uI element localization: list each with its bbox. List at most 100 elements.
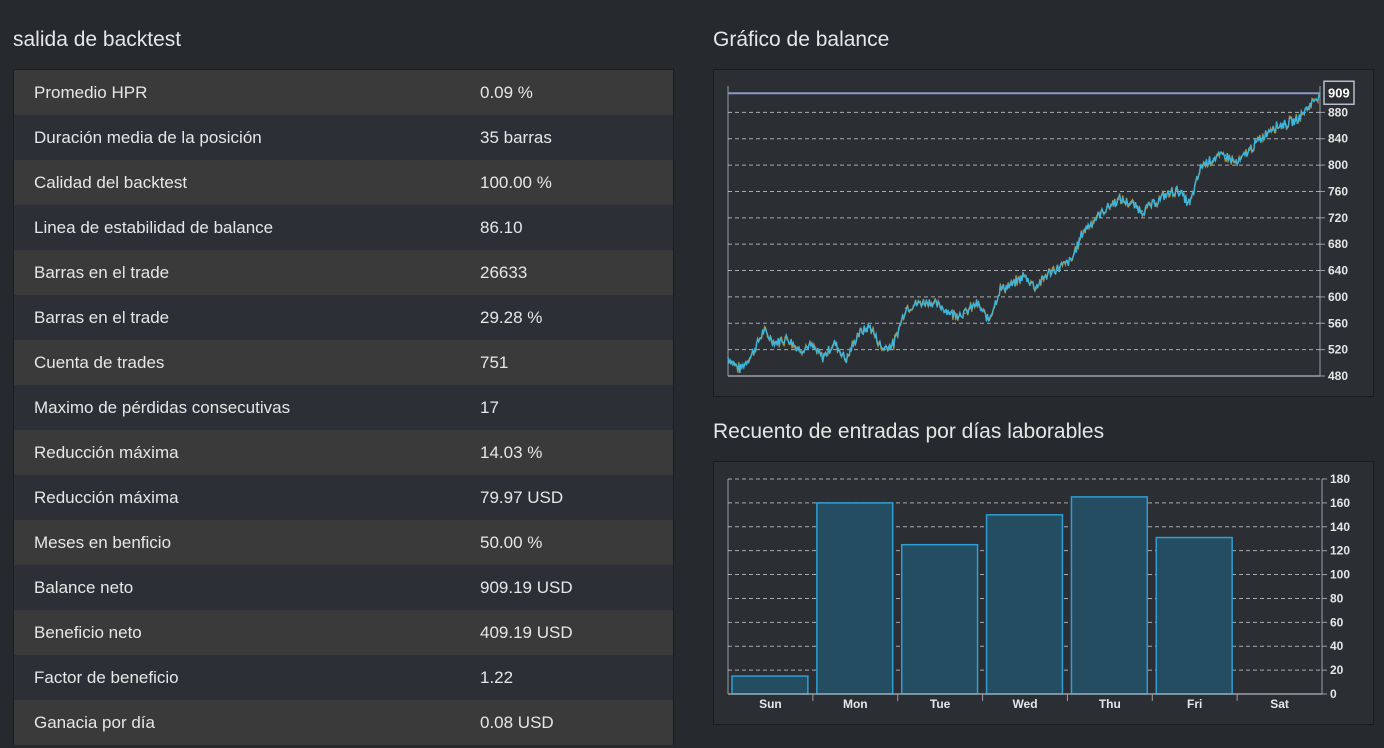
balance-point: [1153, 202, 1156, 205]
balance-point: [1236, 162, 1238, 165]
stat-value: 79.97 USD: [480, 487, 564, 507]
stat-value: 35 barras: [480, 127, 552, 147]
y-tick-label: 140: [1330, 520, 1350, 534]
stat-row: Duración media de la posición 35 barras: [14, 115, 673, 160]
balance-point: [1177, 189, 1179, 191]
balance-point: [1106, 207, 1108, 209]
x-tick-label: Sat: [1270, 697, 1289, 711]
stat-row: Calidad del backtest 100.00 %: [14, 160, 673, 205]
stat-label: Beneficio neto: [34, 622, 142, 642]
stat-label: Barras en el trade: [34, 262, 170, 282]
y-tick-label: 20: [1330, 663, 1344, 677]
balance-point: [1224, 154, 1227, 157]
x-tick-label: Thu: [1099, 697, 1121, 711]
balance-point: [1141, 210, 1144, 213]
balance-point: [1212, 157, 1215, 160]
y-tick-label: 160: [1330, 496, 1350, 510]
balance-point: [1082, 230, 1084, 232]
balance-point: [1058, 266, 1061, 269]
balance-point: [1023, 275, 1025, 277]
stat-label: Linea de estabilidad de balance: [34, 217, 274, 237]
balance-noise-line: [727, 92, 1321, 374]
stat-label: Calidad del backtest: [34, 172, 188, 192]
balance-point: [1319, 92, 1321, 95]
weekday-chart-panel: 0 20 40 60 80 100 120 140 160 180 Sun Mon Tue Wed Thu F…: [713, 461, 1374, 725]
balance-point: [727, 356, 729, 359]
y-tick-label: 60: [1330, 615, 1344, 629]
balance-point: [1117, 198, 1120, 201]
y-tick-label: 640: [1328, 264, 1348, 278]
balance-chart: 480 520 560 600 640 680 720 760 800 840 880 909: [727, 80, 1355, 383]
balance-point: [1129, 202, 1132, 205]
y-tick-label: 100: [1330, 568, 1350, 582]
backtest-output-title: salida de backtest: [13, 28, 182, 51]
backtest-stats-table: Promedio HPR 0.09 % Duración media de la p…: [13, 69, 674, 745]
balance-point: [987, 319, 990, 321]
balance-point: [1295, 119, 1298, 122]
y-tick-label: 120: [1330, 544, 1350, 558]
stat-label: Duración media de la posición: [34, 127, 262, 147]
balance-point: [1248, 149, 1250, 152]
balance-point: [1283, 123, 1286, 126]
balance-point: [810, 344, 812, 347]
balance-point: [798, 348, 800, 351]
weekday-chart-title: Recuento de entradas por días laborables: [713, 420, 1105, 443]
stat-row: Cuenta de trades 751: [14, 340, 673, 385]
y-tick-label: 760: [1328, 184, 1348, 198]
stat-row: Barras en el trade 29.28 %: [14, 295, 673, 340]
balance-point: [904, 307, 907, 309]
y-tick-label: 0: [1330, 687, 1337, 701]
y-tick-label: 880: [1328, 105, 1348, 119]
stat-label: Reducción máxima: [34, 487, 179, 507]
balance-point: [845, 358, 848, 361]
y-tick-label: 180: [1330, 472, 1350, 486]
bar-thu: [1070, 496, 1149, 695]
stat-row: Ganacia por día 0.08 USD: [14, 700, 673, 745]
balance-point: [916, 302, 919, 305]
stat-value: 909.19 USD: [480, 577, 573, 597]
balance-point: [1070, 259, 1073, 262]
stat-value: 409.19 USD: [480, 622, 573, 642]
balance-point: [1200, 164, 1203, 166]
last-value-label: 909: [1328, 85, 1350, 100]
stat-row: Linea de estabilidad de balance 86.10: [14, 205, 673, 250]
balance-point: [1094, 218, 1096, 220]
stat-label: Balance neto: [34, 577, 134, 597]
weekday-entries-chart: 0 20 40 60 80 100 120 140 160 180 Sun Mon Tue Wed Thu F…: [727, 472, 1350, 711]
stat-value: 86.10: [480, 217, 523, 237]
stat-row: Meses en benficio 50.00 %: [14, 520, 673, 565]
bar-sun: [731, 675, 809, 695]
balance-point: [1188, 203, 1191, 206]
x-tick-label: Wed: [1012, 697, 1037, 711]
bar-wed: [985, 514, 1064, 695]
stat-label: Barras en el trade: [34, 307, 170, 327]
stat-value: 50.00 %: [480, 532, 543, 552]
balance-point: [869, 325, 871, 328]
balance-point: [1011, 284, 1013, 286]
stat-value: 17: [480, 397, 499, 417]
balance-point: [857, 333, 860, 335]
stat-value: 751: [480, 352, 509, 372]
stat-value: 1.22: [480, 667, 514, 687]
stat-label: Maximo de pérdidas consecutivas: [34, 397, 291, 417]
balance-point: [739, 368, 741, 371]
balance-point: [774, 342, 777, 344]
stat-label: Factor de beneficio: [34, 667, 179, 687]
stat-row: Barras en el trade 26633: [14, 250, 673, 295]
balance-chart-title: Gráfico de balance: [713, 28, 890, 51]
stat-value: 0.09 %: [480, 82, 533, 102]
balance-point: [1046, 273, 1049, 275]
y-tick-label: 80: [1330, 591, 1344, 605]
stat-row: Reducción máxima 79.97 USD: [14, 475, 673, 520]
y-tick-label: 800: [1328, 158, 1348, 172]
y-tick-label: 480: [1328, 369, 1348, 383]
x-tick-label: Tue: [930, 697, 951, 711]
y-tick-label: 520: [1328, 343, 1348, 357]
balance-chart-panel: 480 520 560 600 640 680 720 760 800 840 880 909: [713, 69, 1374, 397]
stat-value: 100.00 %: [480, 172, 552, 192]
balance-point: [786, 336, 788, 339]
bar-mon: [816, 502, 894, 695]
stat-row: Beneficio neto 409.19 USD: [14, 610, 673, 655]
stat-label: Meses en benficio: [34, 532, 172, 552]
y-tick-label: 680: [1328, 237, 1348, 251]
